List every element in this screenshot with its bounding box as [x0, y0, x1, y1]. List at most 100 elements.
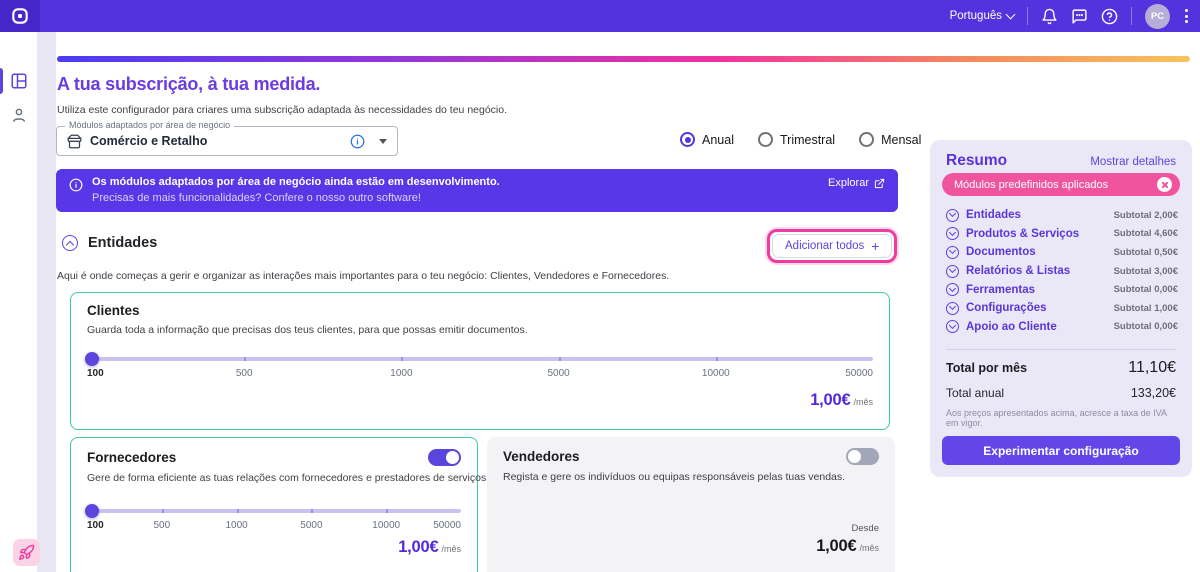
app-logo[interactable] — [0, 0, 40, 32]
notifications-button[interactable] — [1041, 8, 1058, 25]
tick-label: 5000 — [300, 520, 323, 531]
page-subtitle: Utiliza este configurador para criares u… — [57, 104, 508, 116]
tick-label: 10000 — [701, 368, 730, 379]
more-menu-button[interactable] — [1183, 7, 1190, 25]
tick-label: 100 — [87, 368, 104, 379]
price: 1,00€ /mês — [816, 537, 879, 556]
slider-tick — [715, 357, 718, 361]
price-value: 1,00€ — [398, 538, 439, 556]
chevron-down-circle-icon — [946, 264, 959, 278]
feedback-button[interactable] — [1071, 8, 1088, 25]
info-banner: Os módulos adaptados por área de negócio… — [56, 169, 898, 212]
tick-label: 10000 — [372, 520, 401, 531]
summary-item-relatorios-listas[interactable]: Relatórios & Listas Subtotal 3,00€ — [946, 262, 1178, 281]
summary-item-produtos-servicos[interactable]: Produtos & Serviços Subtotal 4,60€ — [946, 225, 1178, 244]
tick-label: 100 — [87, 520, 104, 531]
item-label: Produtos & Serviços — [966, 227, 1080, 240]
show-details-link[interactable]: Mostrar detalhes — [1090, 156, 1176, 168]
sidebar-item-configurator[interactable] — [0, 64, 37, 98]
modules-grid-icon — [11, 73, 26, 89]
price-unit: /mês — [853, 397, 873, 407]
store-icon — [67, 134, 82, 148]
info-circle-icon — [69, 178, 83, 192]
total-year-value: 133,20€ — [1130, 386, 1176, 400]
price-prefix: Desde — [851, 523, 879, 534]
subscription-configurator-page: Português PC A tua subscrição, à tua med… — [0, 0, 1200, 572]
summary-item-ferramentas[interactable]: Ferramentas Subtotal 0,00€ — [946, 280, 1178, 299]
sidebar-item-account[interactable] — [0, 98, 37, 132]
total-year-label: Total anual — [946, 386, 1005, 400]
try-configuration-button[interactable]: Experimentar configuração — [942, 436, 1180, 465]
radio-trimestral[interactable]: Trimestral — [757, 132, 836, 147]
summary-items: Entidades Subtotal 2,00€ Produtos & Serv… — [946, 206, 1178, 336]
summary-item-configuracoes[interactable]: Configurações Subtotal 1,00€ — [946, 299, 1178, 318]
slider-tick — [386, 509, 389, 513]
toggle-knob — [848, 450, 861, 463]
add-all-button[interactable]: Adicionar todos + — [772, 234, 893, 258]
summary-item-apoio-cliente[interactable]: Apoio ao Cliente Subtotal 0,00€ — [946, 318, 1178, 337]
info-icon[interactable] — [350, 134, 365, 149]
card-title: Clientes — [87, 303, 140, 318]
total-month-label: Total por mês — [946, 361, 1028, 375]
item-subtotal: Subtotal 3,00€ — [1113, 265, 1178, 277]
radio-label: Trimestral — [779, 132, 836, 147]
explore-link[interactable]: Explorar — [828, 177, 885, 189]
radio-anual[interactable]: Anual — [680, 132, 734, 147]
price-unit: /mês — [859, 543, 879, 553]
summary-title: Resumo — [946, 152, 1008, 169]
vat-note: Aos preços apresentados acima, acresce a… — [946, 408, 1167, 428]
item-subtotal: Subtotal 0,50€ — [1113, 246, 1178, 258]
fornecedores-card: Fornecedores Gere de forma eficiente as … — [70, 437, 489, 572]
slider-thumb[interactable] — [85, 352, 99, 366]
topbar-actions: Português PC — [949, 3, 1200, 29]
clientes-slider: 100 500 1000 5000 10000 50000 — [85, 352, 873, 380]
launcher-button[interactable] — [13, 539, 40, 566]
divider — [946, 349, 1176, 350]
card-description: Regista e gere os indivíduos ou equipas … — [503, 471, 846, 483]
chevron-down-circle-icon — [946, 283, 959, 297]
close-icon[interactable] — [1157, 177, 1172, 192]
help-button[interactable] — [1101, 8, 1118, 25]
content-gutter — [37, 32, 56, 572]
slider-tick — [558, 357, 561, 361]
collapse-section-button[interactable] — [62, 235, 78, 251]
section-description: Aqui é onde começas a gerir e organizar … — [57, 270, 670, 282]
vendedores-toggle[interactable] — [846, 448, 879, 465]
chevron-down-icon — [379, 138, 387, 144]
toggle-knob — [446, 451, 459, 464]
item-subtotal: Subtotal 2,00€ — [1113, 209, 1178, 221]
billing-period-group: Anual Trimestral Mensal — [680, 132, 921, 147]
help-icon — [1101, 8, 1118, 24]
item-label: Ferramentas — [966, 283, 1036, 296]
summary-item-documentos[interactable]: Documentos Subtotal 0,50€ — [946, 243, 1178, 262]
item-subtotal: Subtotal 0,00€ — [1113, 321, 1178, 333]
tick-label: 1000 — [225, 520, 248, 531]
slider-thumb[interactable] — [85, 504, 99, 518]
bell-icon — [1042, 8, 1057, 24]
item-label: Apoio ao Cliente — [966, 320, 1057, 333]
business-area-select[interactable]: Módulos adaptados por área de negócio Co… — [56, 120, 398, 156]
select-value: Comércio e Retalho — [90, 134, 208, 148]
summary-item-entidades[interactable]: Entidades Subtotal 2,00€ — [946, 206, 1178, 225]
language-label: Português — [949, 10, 1002, 22]
slider-tick — [401, 357, 404, 361]
slider-track[interactable] — [85, 352, 873, 366]
slider-tick — [236, 509, 239, 513]
page-title: A tua subscrição, à tua medida. — [57, 74, 321, 94]
avatar[interactable]: PC — [1145, 3, 1170, 29]
chat-icon — [1072, 8, 1087, 24]
language-selector[interactable]: Português — [949, 9, 1016, 22]
price: 1,00€ /mês — [810, 391, 873, 410]
divider — [1131, 7, 1132, 25]
item-label: Entidades — [966, 209, 1021, 222]
slider-track[interactable] — [85, 504, 461, 518]
radio-label: Mensal — [881, 132, 922, 147]
slider-tick-labels: 100 500 1000 5000 10000 50000 — [87, 520, 461, 532]
item-subtotal: Subtotal 4,60€ — [1113, 228, 1178, 240]
radio-mensal[interactable]: Mensal — [859, 132, 921, 147]
radio-dot — [757, 132, 773, 147]
entities-section-header: Entidades — [62, 235, 157, 251]
chevron-down-circle-icon — [946, 301, 959, 315]
user-icon — [12, 108, 25, 122]
fornecedores-toggle[interactable] — [428, 449, 461, 466]
